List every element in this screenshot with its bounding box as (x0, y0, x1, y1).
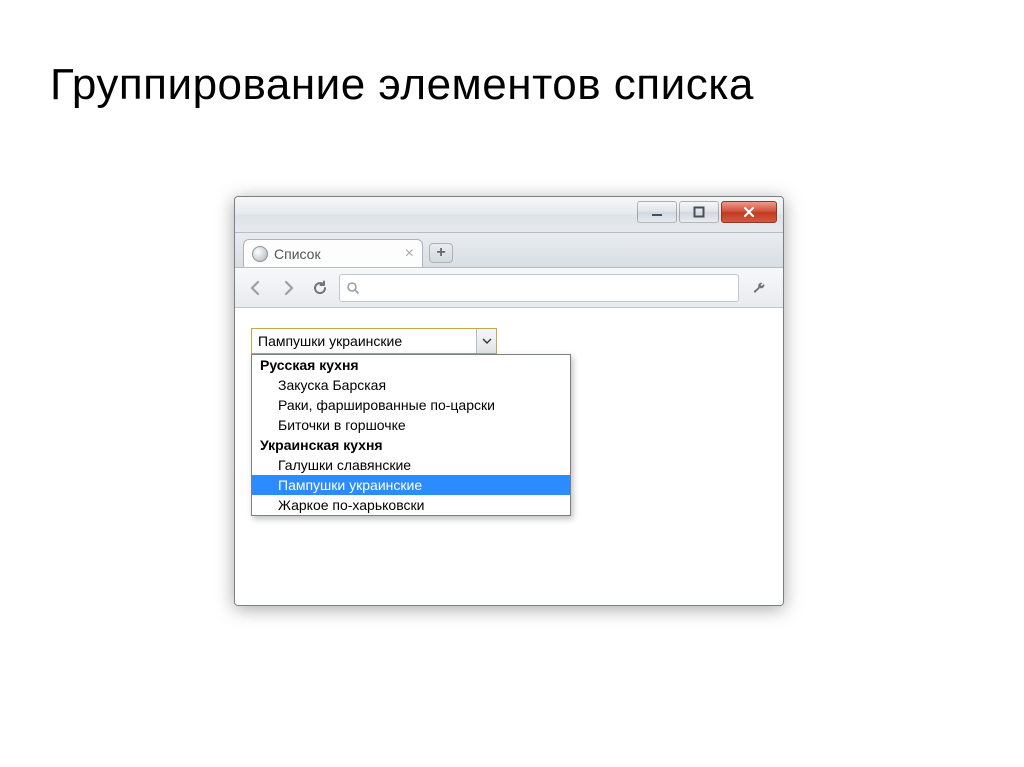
reload-icon (311, 279, 329, 297)
optgroup-label: Русская кухня (252, 355, 570, 375)
reload-button[interactable] (307, 275, 333, 301)
tab-close-icon[interactable]: × (405, 246, 414, 262)
forward-button[interactable] (275, 275, 301, 301)
titlebar (235, 197, 783, 233)
close-icon (742, 205, 756, 219)
chevron-down-icon (482, 336, 492, 346)
minimize-button[interactable] (637, 201, 677, 223)
maximize-button[interactable] (679, 201, 719, 223)
tab-title: Список (274, 246, 321, 262)
globe-icon (252, 246, 268, 262)
select-dropdown: Русская кухня Закуска Барская Раки, фарш… (251, 354, 571, 516)
optgroup-label: Украинская кухня (252, 435, 570, 455)
arrow-right-icon (279, 279, 297, 297)
select-option[interactable]: Жаркое по-харьковски (252, 495, 570, 515)
tab-strip: Список × + (235, 233, 783, 268)
select-option[interactable]: Раки, фаршированные по-царски (252, 395, 570, 415)
browser-window: Список × + Пампушки украинские (234, 196, 784, 606)
address-bar[interactable] (339, 274, 739, 302)
maximize-icon (693, 206, 705, 218)
select-option[interactable]: Закуска Барская (252, 375, 570, 395)
minimize-icon (651, 206, 663, 218)
select-input[interactable]: Пампушки украинские (251, 328, 497, 354)
wrench-icon (751, 279, 769, 297)
new-tab-button[interactable]: + (429, 243, 453, 263)
search-icon (346, 281, 360, 295)
select-option[interactable]: Биточки в горшочке (252, 415, 570, 435)
toolbar (235, 268, 783, 308)
back-button[interactable] (243, 275, 269, 301)
plus-icon: + (436, 245, 445, 261)
browser-tab[interactable]: Список × (243, 239, 423, 267)
page-content: Пампушки украинские Русская кухня Закуск… (235, 308, 783, 605)
arrow-left-icon (247, 279, 265, 297)
select-option[interactable]: Пампушки украинские (252, 475, 570, 495)
select-option[interactable]: Галушки славянские (252, 455, 570, 475)
settings-button[interactable] (745, 279, 775, 297)
select-value: Пампушки украинские (252, 333, 476, 349)
close-button[interactable] (721, 201, 777, 223)
slide-title: Группирование элементов списка (50, 60, 754, 110)
select-arrow-button[interactable] (476, 329, 496, 353)
